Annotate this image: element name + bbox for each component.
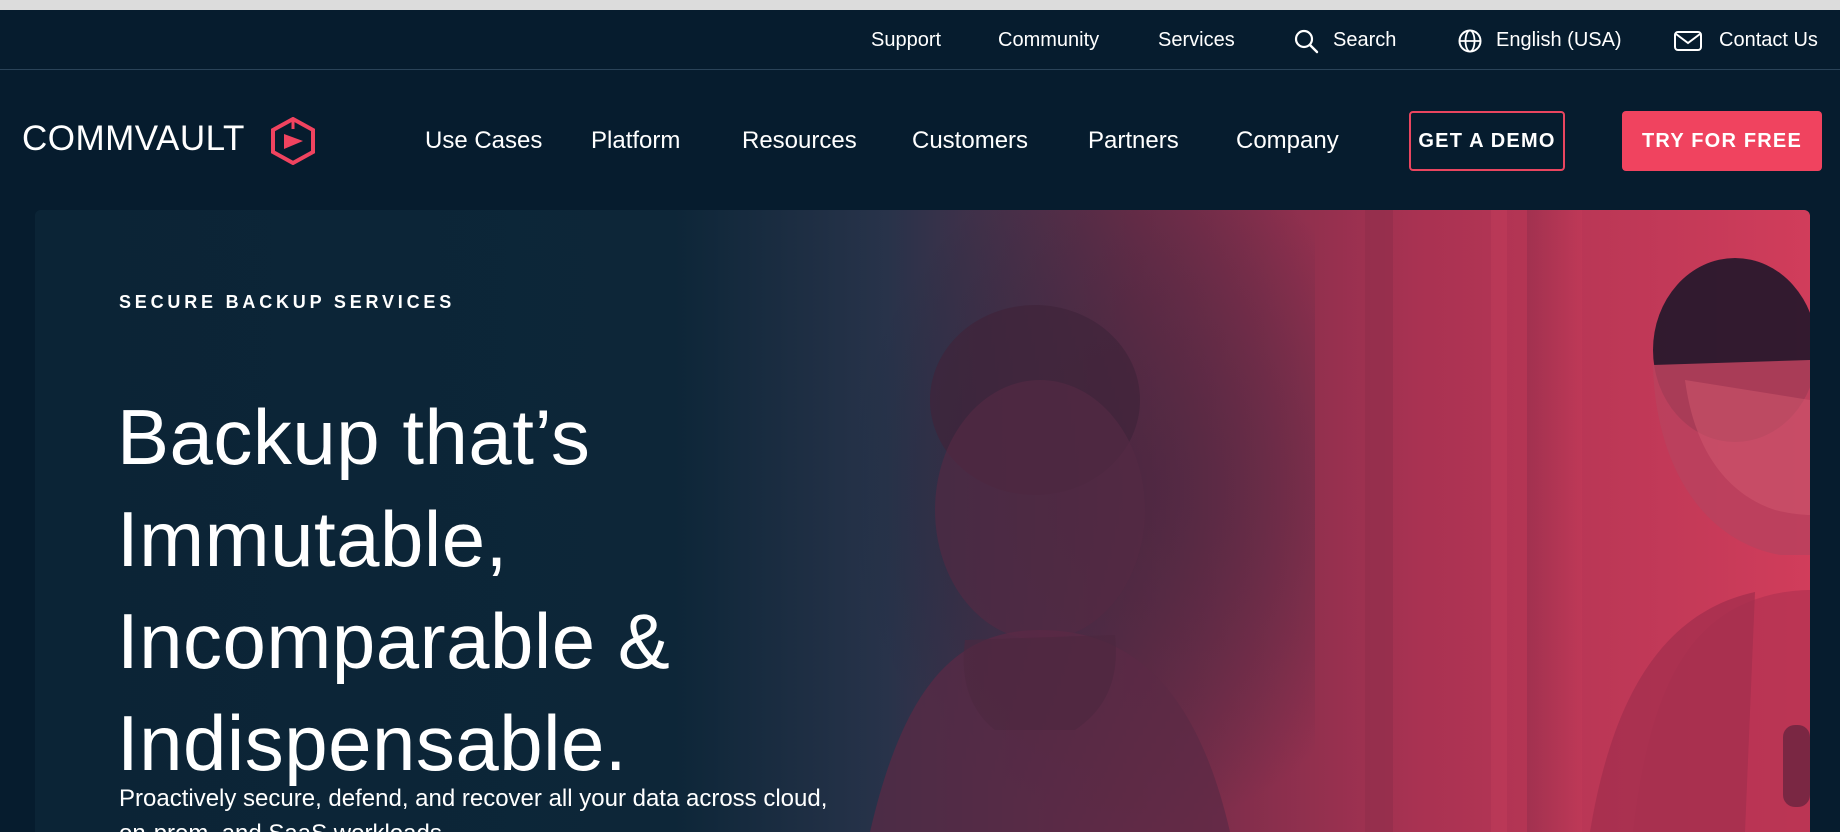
- hero-headline: Backup that’s Immutable, Incomparable & …: [117, 386, 897, 794]
- nav-partners[interactable]: Partners: [1088, 123, 1179, 159]
- globe-icon[interactable]: [1457, 28, 1483, 54]
- community-link[interactable]: Community: [998, 10, 1099, 70]
- commvault-logo-text[interactable]: COMMVAULT: [22, 119, 245, 159]
- hero-headline-line-4: Indispensable.: [117, 699, 628, 788]
- contact-us-link[interactable]: Contact Us: [1719, 10, 1818, 70]
- get-a-demo-button[interactable]: GET A DEMO: [1409, 111, 1565, 171]
- search-icon[interactable]: [1293, 28, 1319, 54]
- main-navigation: COMMVAULT Use Cases Platform Resources C…: [0, 71, 1840, 210]
- hero-banner: SECURE BACKUP SERVICES Backup that’s Imm…: [35, 210, 1810, 832]
- nav-resources[interactable]: Resources: [742, 123, 857, 159]
- commvault-logo-icon[interactable]: [270, 117, 316, 165]
- services-link[interactable]: Services: [1158, 10, 1235, 70]
- utility-bar: Support Community Services Search Englis…: [0, 10, 1840, 70]
- try-for-free-button[interactable]: TRY FOR FREE: [1622, 111, 1822, 171]
- support-link[interactable]: Support: [871, 10, 941, 70]
- nav-use-cases[interactable]: Use Cases: [425, 123, 542, 159]
- hero-subtitle: Proactively secure, defend, and recover …: [119, 785, 828, 832]
- language-selector[interactable]: English (USA): [1496, 10, 1622, 70]
- hero-eyebrow: SECURE BACKUP SERVICES: [119, 292, 455, 312]
- browser-chrome-strip: [0, 0, 1840, 10]
- search-link[interactable]: Search: [1333, 10, 1396, 70]
- hero-headline-line-1: Backup that’s: [117, 393, 591, 482]
- nav-customers[interactable]: Customers: [912, 123, 1028, 159]
- nav-company[interactable]: Company: [1236, 123, 1339, 159]
- mail-icon[interactable]: [1673, 28, 1703, 54]
- nav-platform[interactable]: Platform: [591, 123, 680, 159]
- hero-headline-line-2: Immutable,: [117, 495, 508, 584]
- hero-headline-line-3: Incomparable &: [117, 597, 671, 686]
